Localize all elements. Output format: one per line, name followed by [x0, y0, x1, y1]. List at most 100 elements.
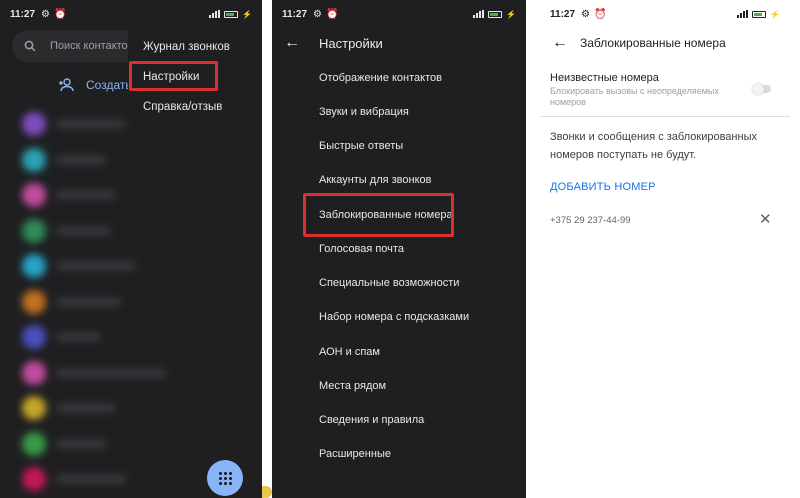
alarm-icon: ⏰	[326, 8, 339, 20]
list-item[interactable]	[22, 254, 222, 278]
avatar	[22, 360, 46, 385]
avatar	[22, 147, 46, 172]
status-time: 11:27	[550, 8, 576, 20]
charging-icon: ⚡	[770, 9, 780, 19]
app-bar: ← Заблокированные номера	[540, 30, 790, 56]
unknown-numbers-subtitle: Блокировать вызовы с неопределяемых номе…	[550, 86, 719, 107]
page-title: Настройки	[319, 35, 383, 51]
blocked-notice: Звонки и сообщения с заблокированных ном…	[550, 131, 757, 161]
settings-item-label: АОН и спам	[319, 346, 380, 358]
status-bar: 11:27 ⚙ ⏰ ⚡	[0, 0, 262, 28]
avatar	[22, 218, 46, 243]
divider	[540, 116, 790, 117]
settings-screen: 11:27 ⚙ ⏰ ⚡ ← Настройки Отображение конт…	[272, 0, 526, 498]
avatar	[22, 325, 46, 349]
search-icon	[24, 40, 36, 52]
menu-item-help[interactable]: Справка/отзыв	[128, 92, 262, 122]
contacts-screen: 11:27 ⚙ ⏰ ⚡ Поиск контактов Создать Журн…	[0, 0, 262, 498]
charging-icon: ⚡	[242, 9, 252, 19]
close-icon[interactable]: ✕	[759, 212, 772, 228]
decorative-tab	[262, 486, 272, 498]
battery-icon	[752, 10, 767, 18]
settings-item[interactable]: Звуки и вибрация	[319, 102, 409, 122]
list-item[interactable]	[22, 396, 222, 420]
menu-item-call-log[interactable]: Журнал звонков	[128, 32, 262, 62]
back-arrow-icon[interactable]: ←	[272, 34, 312, 52]
settings-gear-icon: ⚙	[313, 8, 322, 20]
settings-gear-icon: ⚙	[581, 8, 590, 20]
contact-name-placeholder	[56, 226, 111, 235]
list-item[interactable]	[22, 147, 222, 172]
blocked-number: +375 29 237-44-99	[550, 215, 631, 226]
app-bar: ← Настройки	[272, 30, 526, 56]
page-title: Заблокированные номера	[580, 36, 726, 50]
avatar	[22, 254, 46, 278]
list-item[interactable]	[22, 289, 222, 314]
search-input[interactable]: Поиск контактов	[50, 40, 134, 52]
avatar	[22, 467, 46, 491]
status-bar: 11:27 ⚙ ⏰ ⚡	[272, 0, 526, 28]
status-bar: 11:27 ⚙ ⏰ ⚡	[540, 0, 790, 28]
settings-item[interactable]: Сведения и правила	[319, 410, 424, 430]
contact-name-placeholder	[56, 297, 121, 306]
alarm-icon: ⏰	[594, 8, 607, 20]
avatar	[22, 183, 46, 207]
list-item[interactable]	[22, 218, 222, 243]
list-item[interactable]	[22, 360, 222, 385]
settings-item[interactable]: Расширенные	[319, 444, 391, 464]
settings-item[interactable]: Быстрые ответы	[319, 136, 403, 156]
highlight-box	[129, 61, 218, 91]
add-number-button[interactable]: ДОБАВИТЬ НОМЕР	[550, 181, 656, 193]
settings-item-label: Аккаунты для звонков	[319, 174, 432, 186]
settings-gear-icon: ⚙	[41, 8, 50, 20]
avatar	[22, 431, 46, 456]
settings-item-label: Голосовая почта	[319, 243, 404, 255]
signal-icon	[737, 10, 749, 18]
list-item[interactable]	[22, 431, 222, 456]
settings-item-label: Сведения и правила	[319, 414, 425, 426]
contact-name-placeholder	[56, 475, 126, 483]
menu-item-label: Журнал звонков	[143, 41, 230, 53]
dialpad-button[interactable]	[207, 460, 243, 496]
unknown-numbers-toggle[interactable]	[752, 83, 771, 95]
settings-item[interactable]: Отображение контактов	[319, 68, 442, 88]
contact-name-placeholder	[56, 155, 106, 164]
contact-name-placeholder	[56, 333, 101, 341]
contact-name-placeholder	[56, 368, 166, 377]
battery-icon	[224, 10, 239, 18]
list-item[interactable]	[22, 183, 222, 207]
avatar	[22, 396, 46, 420]
add-person-icon	[59, 78, 74, 92]
back-arrow-icon[interactable]: ←	[540, 34, 580, 52]
highlight-box	[303, 193, 454, 237]
contact-name-placeholder	[56, 262, 136, 270]
dialpad-icon	[218, 471, 232, 485]
settings-item[interactable]: АОН и спам	[319, 342, 380, 362]
settings-item-label: Отображение контактов	[319, 72, 442, 84]
settings-item-label: Места рядом	[319, 380, 387, 392]
unknown-numbers-title: Неизвестные номера	[550, 72, 659, 84]
contact-name-placeholder	[56, 120, 126, 128]
settings-item-label: Набор номера с подсказками	[319, 311, 470, 323]
create-contact-button[interactable]: Создать	[58, 78, 132, 92]
settings-item-label: Расширенные	[319, 448, 391, 460]
settings-item[interactable]: Специальные возможности	[319, 273, 459, 293]
list-item[interactable]	[22, 325, 222, 349]
settings-item[interactable]: Набор номера с подсказками	[319, 307, 469, 327]
signal-icon	[209, 10, 221, 18]
contact-name-placeholder	[56, 191, 116, 199]
signal-icon	[473, 10, 485, 18]
status-time: 11:27	[10, 8, 36, 20]
settings-item-label: Быстрые ответы	[319, 140, 404, 152]
settings-item[interactable]: Места рядом	[319, 376, 386, 396]
list-item[interactable]	[22, 467, 222, 491]
status-time: 11:27	[282, 8, 308, 20]
charging-icon: ⚡	[506, 9, 516, 19]
settings-item[interactable]: Голосовая почта	[319, 239, 404, 259]
settings-item[interactable]: Аккаунты для звонков	[319, 170, 431, 190]
settings-item-label: Специальные возможности	[319, 277, 460, 289]
contact-name-placeholder	[56, 404, 116, 412]
settings-item-label: Звуки и вибрация	[319, 106, 409, 118]
battery-icon	[488, 10, 503, 18]
avatar	[22, 289, 46, 314]
